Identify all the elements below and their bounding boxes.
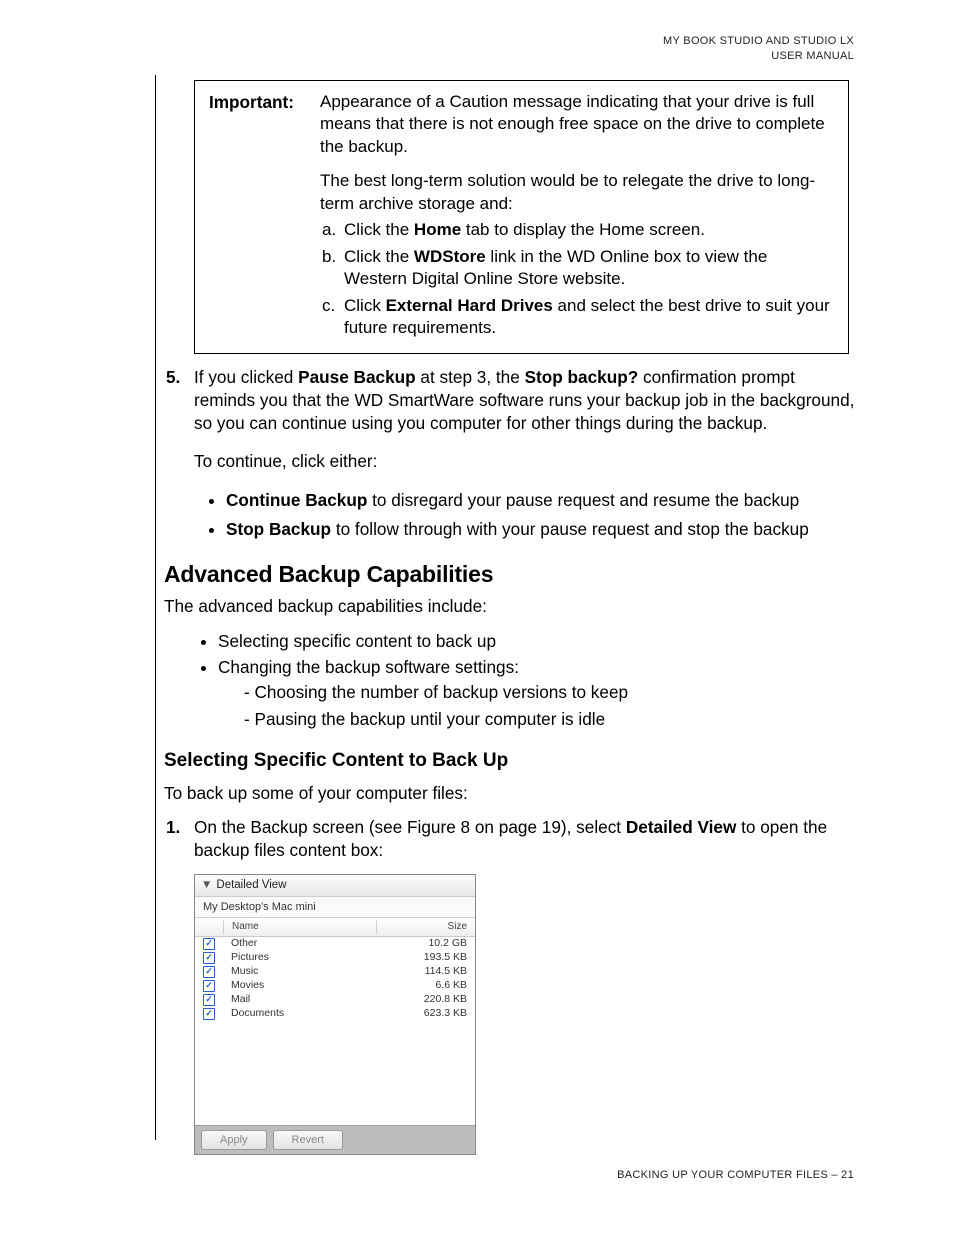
step-5: 5. If you clicked Pause Backup at step 3… xyxy=(164,366,858,473)
adv-sub-dash: Choosing the number of backup versions t… xyxy=(218,681,858,730)
row-name: Movies xyxy=(223,979,377,993)
col-check xyxy=(195,920,224,933)
heading-advanced-backup: Advanced Backup Capabilities xyxy=(164,559,858,589)
panel-footer: Apply Revert xyxy=(195,1125,475,1155)
table-row[interactable]: ✓ Music114.5 KB xyxy=(195,965,475,979)
row-checkbox[interactable]: ✓ xyxy=(195,937,223,951)
step-5-bullets: Continue Backup to disregard your pause … xyxy=(164,489,858,540)
adv-bullets: Selecting specific content to back up Ch… xyxy=(164,630,858,731)
row-name: Mail xyxy=(223,993,377,1007)
heading-selecting-content: Selecting Specific Content to Back Up xyxy=(164,748,858,773)
detailed-view-title: Detailed View xyxy=(216,879,286,891)
adv-bullet-settings: Changing the backup software settings: C… xyxy=(218,656,858,730)
important-steps: a.Click the Home tab to display the Home… xyxy=(320,219,834,339)
row-size: 6.6 KB xyxy=(377,979,475,993)
table-body: ✓ Other10.2 GB ✓ Pictures193.5 KB ✓ Music114.… xyxy=(195,937,475,1125)
header-line1: MY BOOK STUDIO AND STUDIO LX xyxy=(663,35,854,47)
row-size: 10.2 GB xyxy=(377,937,475,951)
row-size: 220.8 KB xyxy=(377,993,475,1007)
page-header: MY BOOK STUDIO AND STUDIO LX USER MANUAL xyxy=(663,34,854,64)
row-size: 114.5 KB xyxy=(377,965,475,979)
adv-intro: The advanced backup capabilities include… xyxy=(164,595,858,618)
check-icon: ✓ xyxy=(203,938,215,950)
col-name[interactable]: Name xyxy=(224,920,377,933)
table-row[interactable]: ✓ Documents623.3 KB xyxy=(195,1007,475,1021)
device-name: My Desktop's Mac mini xyxy=(195,897,475,919)
row-checkbox[interactable]: ✓ xyxy=(195,993,223,1007)
left-rule xyxy=(155,75,156,1140)
row-checkbox[interactable]: ✓ xyxy=(195,979,223,993)
step-1: 1. On the Backup screen (see Figure 8 on… xyxy=(164,816,858,861)
check-icon: ✓ xyxy=(203,1008,215,1020)
row-name: Music xyxy=(223,965,377,979)
row-size: 193.5 KB xyxy=(377,951,475,965)
row-checkbox[interactable]: ✓ xyxy=(195,951,223,965)
bullet-stop-backup: Stop Backup to follow through with your … xyxy=(226,518,858,541)
check-icon: ✓ xyxy=(203,980,215,992)
row-name: Pictures xyxy=(223,951,377,965)
important-p1: Appearance of a Caution message indicati… xyxy=(320,91,834,158)
apply-button[interactable]: Apply xyxy=(201,1130,267,1151)
important-p2: The best long-term solution would be to … xyxy=(320,170,834,215)
revert-button[interactable]: Revert xyxy=(273,1130,343,1151)
check-icon: ✓ xyxy=(203,952,215,964)
row-checkbox[interactable]: ✓ xyxy=(195,1007,223,1021)
content-area: Important: Appearance of a Caution messa… xyxy=(164,80,858,1155)
adv-bullet-select: Selecting specific content to back up xyxy=(218,630,858,653)
check-icon: ✓ xyxy=(203,994,215,1006)
important-body: Appearance of a Caution message indicati… xyxy=(320,91,834,343)
header-line2: USER MANUAL xyxy=(771,50,854,62)
important-box: Important: Appearance of a Caution messa… xyxy=(194,80,849,354)
sel-intro: To back up some of your computer files: xyxy=(164,782,858,805)
step-5-number: 5. xyxy=(166,366,180,389)
important-label: Important: xyxy=(209,91,320,343)
table-row[interactable]: ✓ Mail220.8 KB xyxy=(195,993,475,1007)
page-footer: BACKING UP YOUR COMPUTER FILES – 21 xyxy=(617,1169,854,1181)
detailed-view-header[interactable]: ▼ Detailed View xyxy=(195,875,475,897)
col-size[interactable]: Size xyxy=(377,920,475,933)
table-row[interactable]: ✓ Movies6.6 KB xyxy=(195,979,475,993)
important-step-c: c.Click External Hard Drives and select … xyxy=(340,295,834,340)
table-row[interactable]: ✓ Pictures193.5 KB xyxy=(195,951,475,965)
adv-sub-pause: Pausing the backup until your computer i… xyxy=(244,708,858,731)
row-checkbox[interactable]: ✓ xyxy=(195,965,223,979)
step-1-number: 1. xyxy=(166,816,180,839)
important-step-b: b.Click the WDStore link in the WD Onlin… xyxy=(340,246,834,291)
row-size: 623.3 KB xyxy=(377,1007,475,1021)
adv-sub-versions: Choosing the number of backup versions t… xyxy=(244,681,858,704)
table-row[interactable]: ✓ Other10.2 GB xyxy=(195,937,475,951)
detailed-view-panel: ▼ Detailed View My Desktop's Mac mini Nam… xyxy=(194,874,476,1155)
table-columns: Name Size xyxy=(195,918,475,936)
step-1-para: On the Backup screen (see Figure 8 on pa… xyxy=(194,816,858,861)
disclosure-triangle-icon[interactable]: ▼ xyxy=(201,878,212,893)
step-5-continue: To continue, click either: xyxy=(194,450,858,473)
step-5-para: If you clicked Pause Backup at step 3, t… xyxy=(194,366,858,434)
bullet-continue-backup: Continue Backup to disregard your pause … xyxy=(226,489,858,512)
row-name: Other xyxy=(223,937,377,951)
row-name: Documents xyxy=(223,1007,377,1021)
important-step-a: a.Click the Home tab to display the Home… xyxy=(340,219,834,241)
check-icon: ✓ xyxy=(203,966,215,978)
